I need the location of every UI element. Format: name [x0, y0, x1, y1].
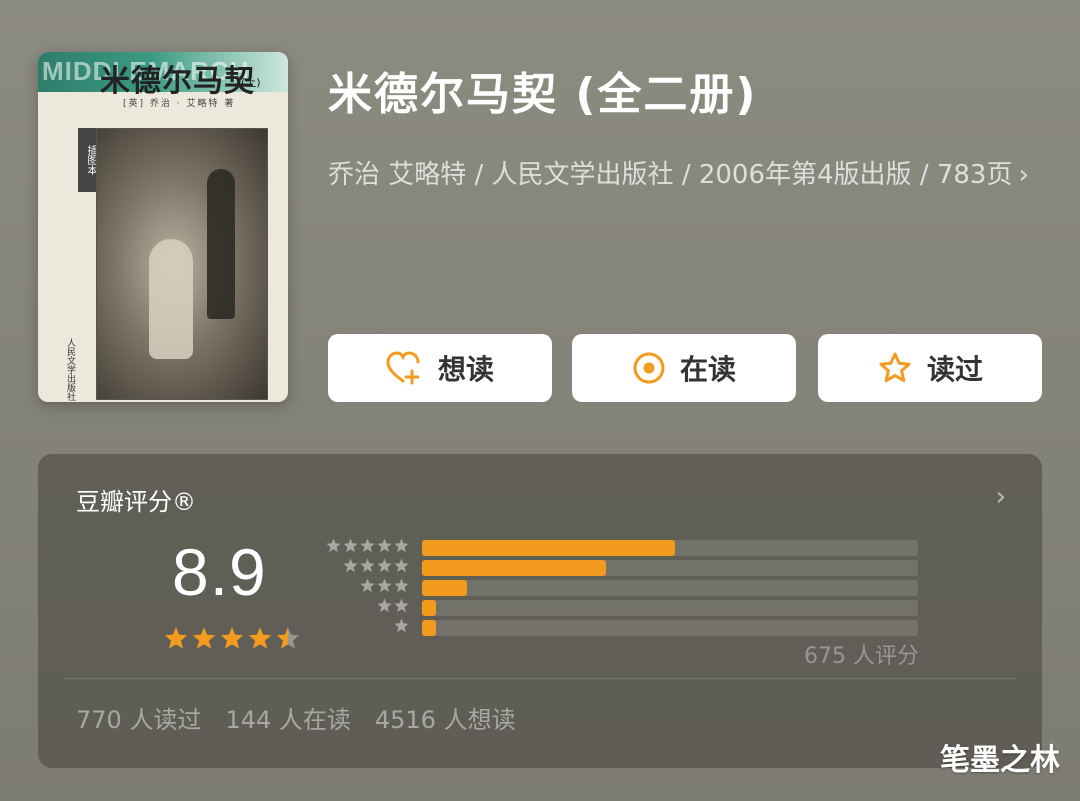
- star-icon: [394, 558, 409, 573]
- stat-want: 4516 人想读: [374, 706, 516, 734]
- chevron-right-icon[interactable]: ›: [996, 482, 1006, 512]
- star-icon: [343, 538, 358, 553]
- star-icon: [326, 538, 341, 553]
- histogram-row: [318, 616, 918, 636]
- reading-button[interactable]: 在读: [572, 334, 796, 402]
- rating-count: 675 人评分: [804, 644, 919, 669]
- star-icon: [377, 578, 392, 593]
- reader-stats: 770 人读过 144 人在读 4516 人想读: [76, 700, 516, 735]
- stat-reading: 144 人在读: [225, 706, 351, 734]
- star-icon: [360, 578, 375, 593]
- star-icon: [220, 627, 244, 649]
- star-icon: [248, 627, 272, 649]
- star-icon: [164, 627, 188, 649]
- histogram-star-label: [326, 538, 409, 553]
- want-to-read-button[interactable]: 想读: [328, 334, 552, 402]
- star-icon: [394, 618, 409, 633]
- histogram-row: [318, 536, 918, 556]
- star-icon: [276, 627, 300, 649]
- cover-volume: (上): [241, 76, 261, 89]
- histogram-bar: [422, 580, 467, 596]
- star-icon: [377, 538, 392, 553]
- star-icon: [360, 538, 375, 553]
- histogram-bar: [422, 560, 606, 576]
- histogram-row: [318, 576, 918, 596]
- book-meta[interactable]: 乔治 艾略特 / 人民文学出版社 / 2006年第4版出版 / 783页 ›: [328, 152, 1038, 198]
- star-icon: [394, 578, 409, 593]
- divider: [64, 678, 1016, 679]
- reading-label: 在读: [679, 353, 736, 386]
- cover-illustration: [96, 128, 268, 400]
- histogram-star-label: [360, 578, 409, 593]
- star-outline-icon: [877, 351, 913, 385]
- chevron-right-icon: ›: [1018, 160, 1029, 190]
- star-icon: [377, 558, 392, 573]
- histogram-track: [422, 540, 918, 556]
- histogram-star-label: [343, 558, 409, 573]
- histogram-track: [422, 620, 918, 636]
- histogram-track: [422, 580, 918, 596]
- book-meta-text: 乔治 艾略特 / 人民文学出版社 / 2006年第4版出版 / 783页: [328, 160, 1013, 190]
- rating-header: 豆瓣评分®: [76, 488, 196, 516]
- histogram-row: [318, 556, 918, 576]
- rating-score: 8.9: [172, 535, 267, 609]
- star-icon: [343, 558, 358, 573]
- star-icon: [394, 538, 409, 553]
- illustration-seated-woman: [149, 239, 193, 359]
- histogram-row: [318, 596, 918, 616]
- histogram-track: [422, 600, 918, 616]
- rating-stars: [162, 624, 342, 658]
- star-icon: [192, 627, 216, 649]
- watermark: 笔墨之林: [940, 743, 1060, 778]
- stat-read: 770 人读过: [76, 706, 202, 734]
- cover-chinese-title: 米德尔马契: [100, 64, 255, 99]
- heart-plus-icon: [386, 351, 424, 385]
- histogram-track: [422, 560, 918, 576]
- rating-card[interactable]: 豆瓣评分® › 8.9 675 人评分 770 人读过 144 人在读 4516…: [38, 454, 1042, 768]
- cover-publisher: 人民文学出版社: [65, 338, 75, 401]
- cover-authors: [英] 乔治 · 艾略特 著: [123, 99, 236, 109]
- star-icon: [394, 598, 409, 613]
- target-icon: [632, 351, 666, 385]
- histogram-bar: [422, 540, 675, 556]
- book-title: 米德尔马契 (全二册): [328, 69, 758, 120]
- cover-stamp: 插图本: [78, 128, 96, 192]
- illustration-standing-man: [207, 169, 235, 319]
- histogram-star-label: [394, 618, 409, 633]
- star-icon: [360, 558, 375, 573]
- have-read-label: 读过: [926, 353, 983, 386]
- book-cover[interactable]: MIDDLEMARCH 米德尔马契 (上) [英] 乔治 · 艾略特 著 插图本…: [38, 52, 288, 402]
- histogram-bar: [422, 600, 436, 616]
- star-icon: [377, 598, 392, 613]
- histogram-bar: [422, 620, 436, 636]
- want-to-read-label: 想读: [437, 353, 494, 386]
- have-read-button[interactable]: 读过: [818, 334, 1042, 402]
- histogram-star-label: [377, 598, 409, 613]
